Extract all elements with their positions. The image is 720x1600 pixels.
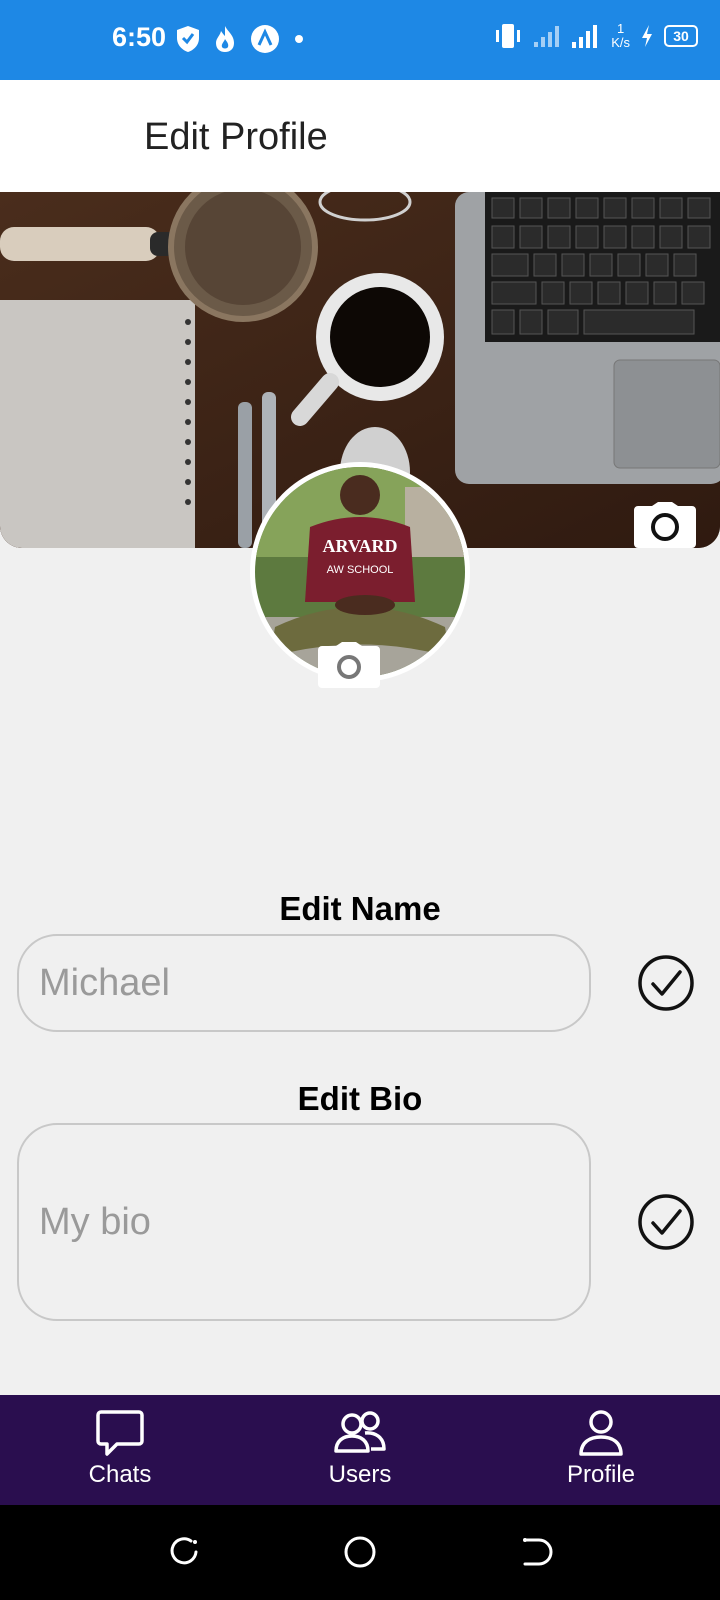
cover-camera-icon[interactable]: [634, 502, 696, 548]
confirm-name-check-icon[interactable]: [637, 954, 695, 1012]
nav-item-chats[interactable]: Chats: [40, 1409, 200, 1489]
shield-icon: [177, 26, 199, 52]
net-speed-value: 1: [616, 21, 625, 36]
net-speed: 1 K/s: [611, 22, 630, 50]
vibrate-icon: [496, 24, 521, 48]
app-bar: Edit Profile: [0, 80, 720, 192]
page-title: Edit Profile: [144, 116, 328, 158]
person-icon: [579, 1410, 623, 1456]
status-icons-left: [176, 24, 304, 54]
edit-name-label: Edit Name: [279, 890, 441, 927]
status-icons-right: 1 K/s 30: [493, 22, 698, 50]
nav-label-chats: Chats: [88, 1461, 152, 1488]
status-bar: 6:50 1 K/s 30: [0, 0, 720, 80]
bottom-nav: Chats Users Profile: [0, 1395, 720, 1505]
system-nav-bar: [0, 1505, 720, 1600]
status-time: 6:50: [112, 22, 167, 52]
chat-bubble-icon: [96, 1410, 144, 1456]
nav-item-profile[interactable]: Profile: [521, 1409, 681, 1489]
recents-icon[interactable]: [167, 1535, 201, 1569]
bio-input[interactable]: My bio: [17, 1123, 591, 1321]
signal-icon: [534, 26, 560, 47]
name-input[interactable]: Michael: [17, 934, 591, 1032]
net-speed-unit: K/s: [611, 35, 630, 50]
edit-bio-label: Edit Bio: [297, 1080, 423, 1117]
flame-icon: [216, 26, 234, 52]
charging-icon: [642, 25, 652, 47]
nav-label-profile: Profile: [566, 1461, 636, 1488]
svg-text:ARVARD: ARVARD: [322, 536, 397, 556]
app-a-icon: [251, 25, 279, 53]
avatar-camera-icon[interactable]: [318, 642, 380, 688]
confirm-bio-check-icon[interactable]: [637, 1193, 695, 1251]
nav-label-users: Users: [328, 1461, 392, 1488]
dot-icon: [295, 35, 303, 43]
signal-5g-icon: [572, 25, 598, 48]
back-icon[interactable]: [519, 1535, 553, 1569]
bio-input-value: My bio: [39, 1200, 151, 1243]
nav-item-users[interactable]: Users: [280, 1409, 440, 1489]
users-icon: [334, 1411, 386, 1453]
svg-text:AW SCHOOL: AW SCHOOL: [327, 564, 394, 576]
home-icon[interactable]: [343, 1535, 377, 1569]
name-input-value: Michael: [39, 961, 170, 1004]
battery-icon: 30: [664, 25, 698, 47]
